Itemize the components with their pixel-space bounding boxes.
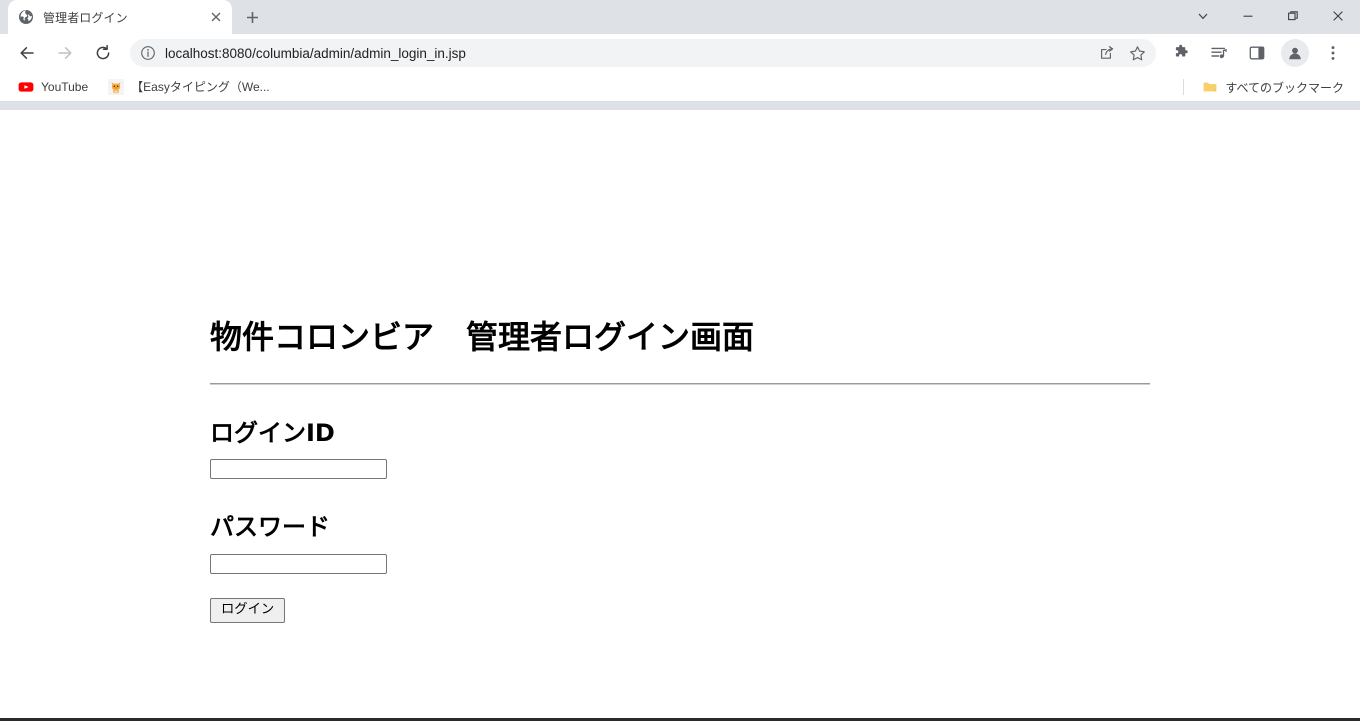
minimize-icon[interactable]: [1225, 0, 1270, 32]
login-id-label: ログインID: [210, 418, 335, 447]
all-bookmarks-area: すべてのブックマーク: [1183, 72, 1352, 102]
close-icon[interactable]: [208, 9, 224, 25]
password-label: パスワード: [210, 513, 330, 542]
all-bookmarks-button[interactable]: すべてのブックマーク: [1194, 75, 1352, 99]
cat-favicon-icon: [108, 78, 125, 95]
browser-window: 管理者ログイン localhost:8080/columbia/admin/ad…: [0, 0, 1360, 721]
bookmark-item-youtube[interactable]: YouTube: [10, 75, 96, 99]
star-icon[interactable]: [1124, 40, 1150, 66]
page-viewport: 物件コロンビア 管理者ログイン画面 ログインID パスワード ログイン: [0, 110, 1360, 718]
browser-toolbar: localhost:8080/columbia/admin/admin_logi…: [0, 34, 1360, 72]
password-input[interactable]: [210, 553, 387, 574]
admin-login-page: 物件コロンビア 管理者ログイン画面 ログインID パスワード ログイン: [0, 110, 1360, 623]
share-icon[interactable]: [1094, 40, 1120, 66]
maximize-icon[interactable]: [1270, 0, 1315, 32]
side-panel-icon[interactable]: [1243, 39, 1271, 67]
address-bar[interactable]: localhost:8080/columbia/admin/admin_logi…: [130, 39, 1156, 67]
window-controls: [1180, 0, 1360, 32]
bookmark-label: 【Easyタイピング（We...: [131, 80, 270, 94]
folder-icon: [1202, 79, 1218, 95]
tab-strip: 管理者ログイン: [0, 0, 1360, 34]
profile-avatar-icon[interactable]: [1281, 39, 1309, 67]
close-window-icon[interactable]: [1315, 0, 1360, 32]
login-id-input[interactable]: [210, 459, 387, 480]
forward-icon: [51, 39, 79, 67]
divider: [1183, 79, 1185, 95]
bookmarks-bar: YouTube 【Easyタイピング（We... すべてのブックマーク: [0, 72, 1360, 102]
globe-icon: [18, 9, 34, 25]
media-list-icon[interactable]: [1205, 39, 1233, 67]
bookmark-label: YouTube: [41, 79, 89, 94]
title-divider: [210, 382, 1150, 385]
new-tab-button[interactable]: [238, 3, 266, 31]
page-title: 物件コロンビア 管理者ログイン画面: [210, 318, 755, 356]
youtube-icon: [18, 79, 34, 95]
address-bar-url: localhost:8080/columbia/admin/admin_logi…: [165, 45, 466, 61]
page-content: 物件コロンビア 管理者ログイン画面 ログインID パスワード ログイン: [210, 110, 1150, 623]
reload-icon[interactable]: [89, 39, 117, 67]
bookmark-item-easy-typing[interactable]: 【Easyタイピング（We...: [100, 75, 277, 99]
tab-title: 管理者ログイン: [43, 10, 128, 25]
browser-tab-active[interactable]: 管理者ログイン: [8, 0, 232, 34]
extensions-puzzle-icon[interactable]: [1167, 39, 1195, 67]
back-icon[interactable]: [13, 39, 41, 67]
login-button[interactable]: ログイン: [210, 597, 286, 623]
info-circle-icon[interactable]: [140, 45, 156, 61]
three-dot-menu-icon[interactable]: [1319, 39, 1347, 67]
all-bookmarks-label: すべてのブックマーク: [1225, 80, 1344, 95]
omnibox-actions: [1092, 39, 1152, 67]
tab-search-chevron-down-icon[interactable]: [1180, 0, 1225, 32]
